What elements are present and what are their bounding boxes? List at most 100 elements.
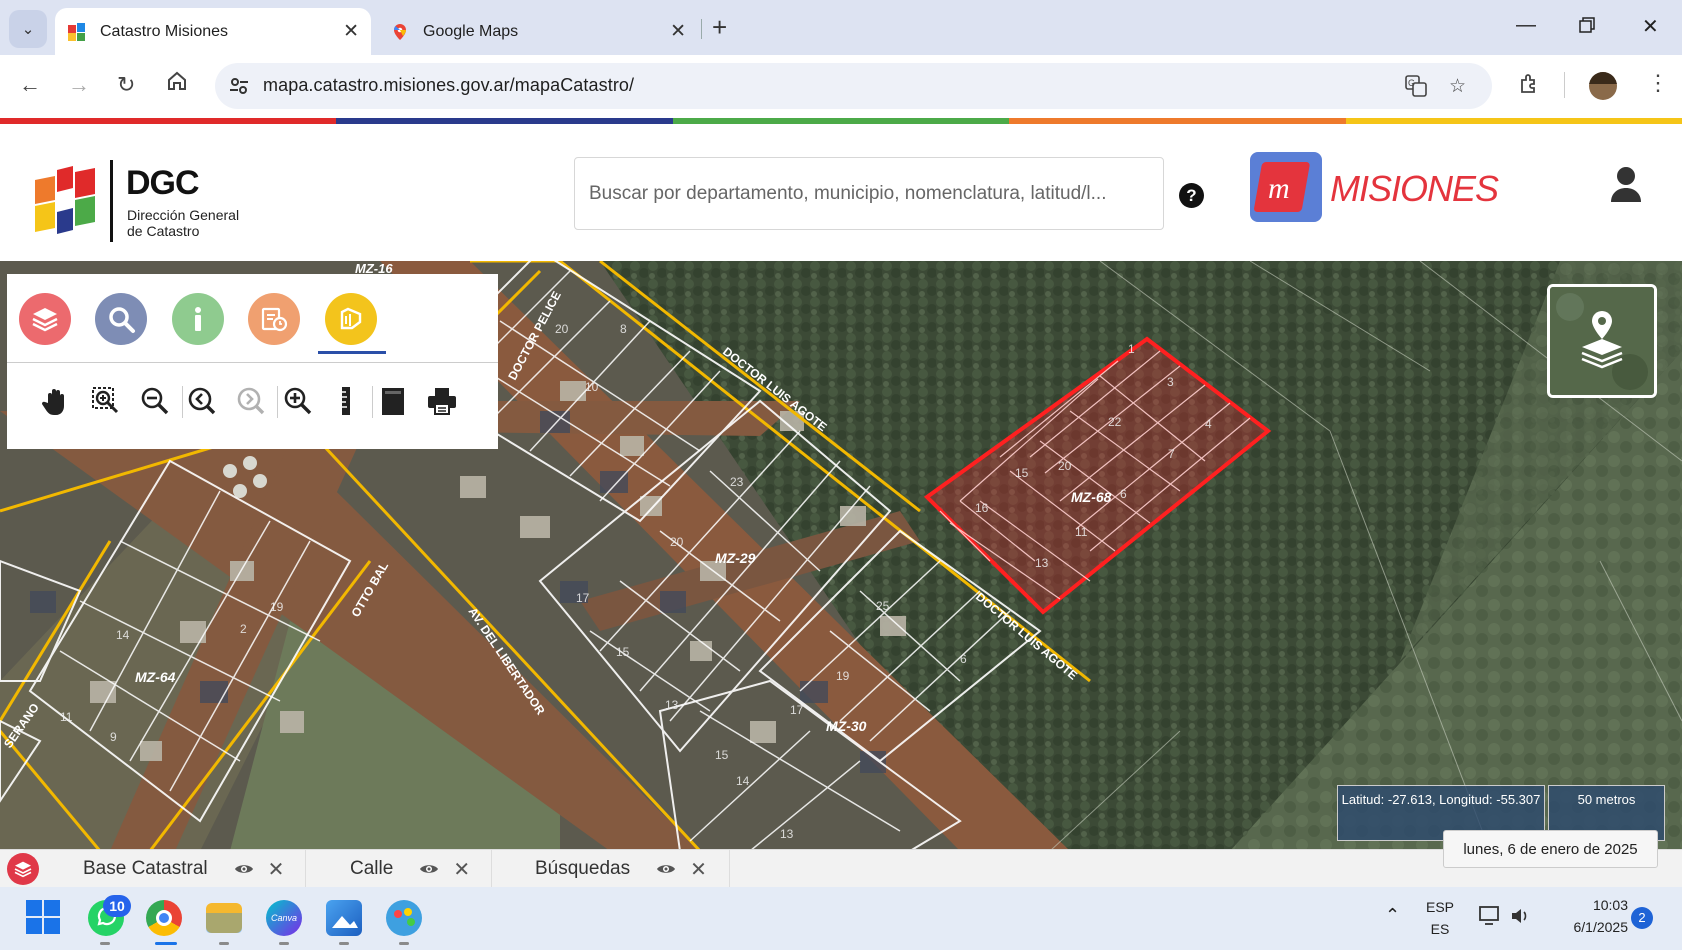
notification-badge[interactable]: 2	[1631, 907, 1653, 929]
zoom-out-icon	[141, 387, 169, 415]
next-extent-button[interactable]	[234, 383, 268, 419]
show-hidden-icons[interactable]: ⌃	[1385, 905, 1400, 926]
measure-tool-button[interactable]	[329, 383, 363, 419]
minimize-button[interactable]: —	[1516, 14, 1536, 37]
tool-separator	[277, 386, 278, 418]
url-text[interactable]: mapa.catastro.misiones.gov.ar/mapaCatast…	[263, 75, 634, 96]
parcel-number: 2	[240, 622, 247, 636]
layers-tab-button[interactable]	[19, 293, 71, 345]
parcel-number: 15	[616, 645, 630, 659]
user-icon[interactable]	[1609, 166, 1643, 204]
pan-tool-button[interactable]	[39, 383, 73, 419]
parcel-number: 8	[620, 322, 627, 336]
language-indicator[interactable]: ESP ES	[1423, 899, 1457, 937]
chrome-menu-icon[interactable]: ⋮	[1647, 70, 1669, 96]
clock[interactable]: 10:03 6/1/2025	[1548, 897, 1629, 935]
paint-icon[interactable]	[386, 900, 422, 936]
parcel-number: 15	[1015, 466, 1029, 480]
info-tab-button[interactable]	[172, 293, 224, 345]
app-indicator	[339, 942, 349, 945]
forward-button[interactable]: →	[68, 72, 90, 98]
chrome-icon[interactable]	[146, 900, 182, 936]
eye-icon[interactable]	[656, 862, 676, 876]
close-icon[interactable]: ✕	[453, 857, 470, 882]
photos-icon[interactable]	[326, 900, 362, 936]
block-label: MZ-68	[1071, 489, 1112, 505]
site-header: DGC Dirección Generalde Catastro ? m MIS…	[0, 124, 1682, 261]
parcel-number: 19	[836, 669, 850, 683]
previous-extent-button[interactable]	[185, 383, 219, 419]
zoom-out-tool-button[interactable]	[138, 383, 172, 419]
tab-title: Google Maps	[423, 22, 519, 40]
ruler-icon	[342, 387, 350, 415]
close-window-button[interactable]: ✕	[1642, 14, 1659, 39]
parcel-number: 15	[715, 748, 729, 762]
browser-tabstrip: ⌄ Catastro Misiones ✕ Google Maps ✕ + — …	[0, 0, 1682, 55]
volume-icon[interactable]	[1509, 905, 1531, 927]
translate-icon[interactable]: G	[1405, 75, 1427, 103]
address-bar[interactable]: mapa.catastro.misiones.gov.ar/mapaCatast…	[215, 63, 1492, 109]
report-clock-icon	[261, 307, 288, 332]
search-input[interactable]	[589, 158, 1149, 229]
close-icon[interactable]: ✕	[690, 857, 707, 882]
layer-tab-calle[interactable]: Calle ✕	[306, 850, 492, 888]
network-icon[interactable]	[1478, 905, 1502, 927]
profile-avatar[interactable]	[1589, 72, 1617, 100]
layers-icon[interactable]	[7, 853, 39, 885]
area-measure-icon	[340, 307, 362, 330]
reload-button[interactable]: ↻	[117, 72, 135, 98]
eye-icon[interactable]	[419, 862, 439, 876]
file-explorer-icon[interactable]	[206, 903, 242, 933]
logo-divider	[110, 160, 113, 242]
app-indicator-active	[155, 942, 177, 945]
google-maps-icon	[394, 23, 406, 40]
help-icon[interactable]: ?	[1179, 183, 1204, 208]
measure-tab-button[interactable]	[325, 293, 377, 345]
info-icon	[195, 307, 201, 331]
page-tool-button[interactable]	[376, 383, 410, 419]
print-icon	[428, 388, 456, 415]
layer-tab-base-catastral[interactable]: Base Catastral ✕	[48, 850, 306, 888]
restore-button[interactable]	[1578, 16, 1596, 40]
layer-tab-busquedas[interactable]: Búsquedas ✕	[492, 850, 730, 888]
back-button[interactable]: ←	[19, 72, 41, 98]
brand-text: MISIONES	[1330, 168, 1499, 209]
catastro-favicon-icon	[68, 22, 85, 41]
close-tab-icon[interactable]: ✕	[670, 20, 686, 43]
parcel-number: 9	[110, 730, 117, 744]
parcel-number: 6	[960, 652, 967, 666]
basemap-toggle[interactable]	[1547, 284, 1657, 398]
print-button[interactable]	[425, 383, 459, 419]
map-tool-panel	[7, 274, 498, 449]
site-info-icon[interactable]	[227, 74, 251, 98]
tab-search-button[interactable]: ⌄	[9, 10, 47, 48]
parcel-number: 11	[1075, 525, 1088, 539]
tab-google-maps[interactable]: Google Maps ✕	[378, 8, 698, 55]
extensions-button[interactable]	[1518, 72, 1542, 102]
new-tab-button[interactable]: +	[712, 12, 727, 42]
close-tab-icon[interactable]: ✕	[343, 20, 359, 43]
report-tab-button[interactable]	[248, 293, 300, 345]
block-label: MZ-29	[715, 550, 756, 566]
parcel-number: 17	[790, 703, 804, 717]
parcel-number: 20	[555, 322, 569, 336]
eye-icon[interactable]	[234, 862, 254, 876]
search-tab-button[interactable]	[95, 293, 147, 345]
parcel-number: 23	[730, 475, 744, 489]
parcel-number: 20	[1058, 459, 1072, 473]
puzzle-icon	[1521, 74, 1535, 93]
zoom-in-tool-button[interactable]	[281, 383, 315, 419]
home-button[interactable]	[165, 69, 189, 99]
bookmark-star-icon[interactable]: ☆	[1449, 75, 1466, 98]
zoom-box-tool-button[interactable]	[89, 383, 123, 419]
canva-icon[interactable]: Canva	[266, 900, 302, 936]
parcel-number: 20	[670, 535, 684, 549]
logo-title: DGC	[126, 164, 200, 202]
map-pin-layers-icon	[1550, 287, 1654, 395]
windows-start-icon[interactable]	[26, 900, 60, 934]
home-icon	[168, 71, 186, 90]
windows-taskbar: 10 Canva ⌃ ESP ES 10:03 6/1/2025	[0, 887, 1682, 950]
parcel-number: 14	[736, 774, 750, 788]
tab-catastro[interactable]: Catastro Misiones ✕	[55, 8, 371, 55]
close-icon[interactable]: ✕	[268, 857, 285, 882]
